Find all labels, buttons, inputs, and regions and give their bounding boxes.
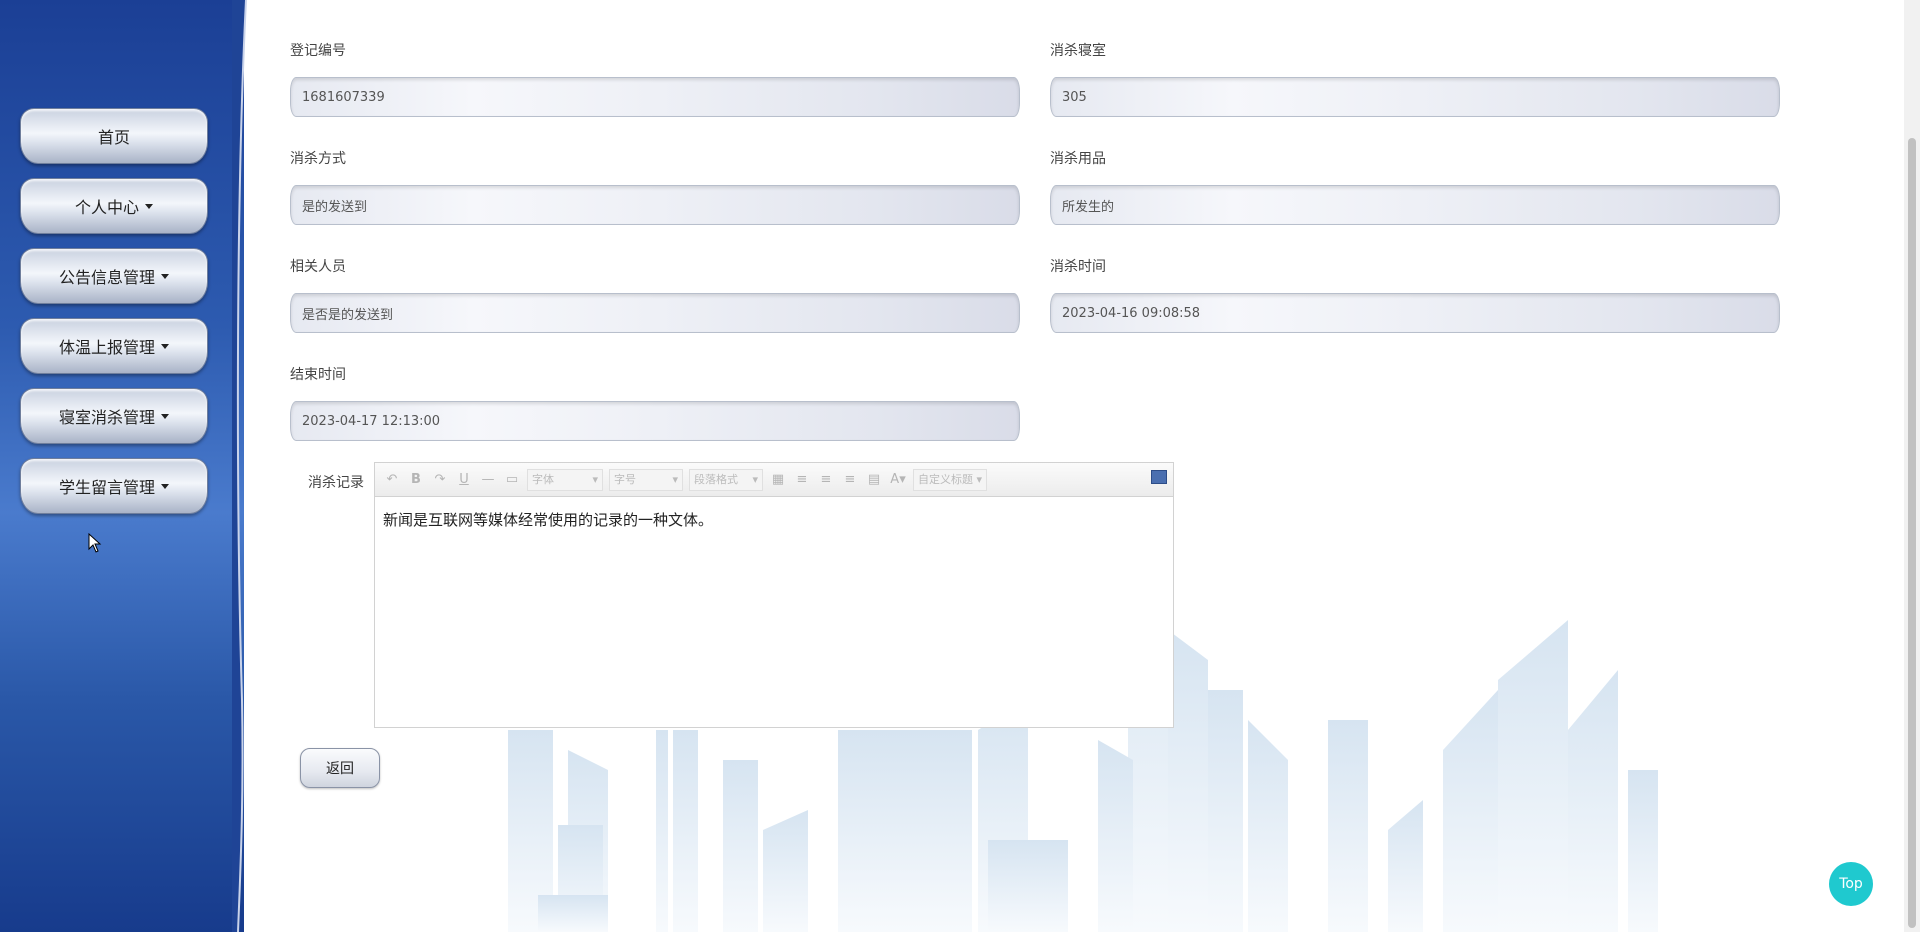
sidebar-item-personal-center[interactable]: 个人中心	[20, 178, 208, 234]
sidebar-item-label: 公告信息管理	[58, 268, 155, 287]
personnel-field[interactable]	[290, 293, 1020, 333]
caret-down-icon	[161, 483, 169, 489]
sidebar: 首页 个人中心 公告信息管理 体温上报管理 寝室消杀管理 学生留言管理	[0, 0, 244, 932]
clear-format-icon[interactable]: ▭	[503, 472, 521, 487]
registration-no-field[interactable]	[290, 77, 1020, 117]
table-icon[interactable]: ▦	[769, 472, 787, 487]
sidebar-item-disinfection[interactable]: 寝室消杀管理	[20, 388, 208, 444]
chevron-down-icon: ▾	[592, 472, 598, 486]
align-right-icon[interactable]: ≡	[817, 472, 835, 487]
align-justify-icon[interactable]: ▤	[865, 472, 883, 487]
chevron-down-icon: ▾	[672, 472, 678, 486]
font-color-label: A	[890, 472, 900, 487]
caret-down-icon	[161, 413, 169, 419]
redo-icon[interactable]: ↷	[431, 472, 449, 487]
editor-content[interactable]: 新闻是互联网等媒体经常使用的记录的一种文体。	[375, 497, 1173, 542]
end-time-field[interactable]	[290, 401, 1020, 441]
font-size-select[interactable]: 字号 ▾	[609, 468, 683, 491]
scrollbar-thumb[interactable]	[1908, 138, 1916, 928]
mouse-cursor-icon	[88, 533, 102, 553]
registration-no-label: 登记编号	[290, 43, 346, 59]
back-to-top-button[interactable]: Top	[1829, 862, 1873, 906]
scrollbar[interactable]	[1904, 0, 1920, 932]
caret-down-icon	[161, 273, 169, 279]
sidebar-item-messages[interactable]: 学生留言管理	[20, 458, 208, 514]
sidebar-item-label: 体温上报管理	[58, 338, 155, 357]
align-left-icon[interactable]: ≡	[793, 472, 811, 487]
undo-icon[interactable]: ↶	[383, 472, 401, 487]
caret-down-icon	[161, 343, 169, 349]
font-size-label: 字号	[614, 472, 636, 486]
editor-paragraph: 新闻是互联网等媒体经常使用的记录的一种文体。	[383, 511, 714, 529]
main-content: 登记编号 消杀寝室 消杀方式 消杀用品 相关人员 消杀时间 结束时间 消杀记录 …	[244, 0, 1904, 932]
paragraph-select[interactable]: 段落格式 ▾	[689, 468, 763, 491]
underline-icon[interactable]: U	[455, 472, 473, 487]
personnel-label: 相关人员	[290, 259, 346, 275]
bold-icon[interactable]: B	[407, 472, 425, 487]
end-time-label: 结束时间	[290, 367, 346, 383]
paragraph-label: 段落格式	[694, 472, 738, 486]
chevron-down-icon: ▾	[976, 472, 982, 486]
align-center-icon[interactable]: ≡	[841, 472, 859, 487]
sidebar-item-home[interactable]: 首页	[20, 108, 208, 164]
sidebar-item-temperature[interactable]: 体温上报管理	[20, 318, 208, 374]
chevron-down-icon: ▾	[752, 472, 758, 486]
sidebar-item-label: 首页	[97, 128, 130, 147]
back-button[interactable]: 返回	[300, 748, 380, 788]
editor-toolbar: ↶ B ↷ U — ▭ 字体 ▾ 字号 ▾ 段落格式 ▾ ▦ ≡ ≡ ≡ ▤ A▾ 自…	[375, 463, 1173, 497]
font-family-label: 字体	[532, 472, 554, 486]
dorm-field[interactable]	[1050, 77, 1780, 117]
rich-text-editor: ↶ B ↷ U — ▭ 字体 ▾ 字号 ▾ 段落格式 ▾ ▦ ≡ ≡ ≡ ▤ A▾ 自…	[374, 462, 1174, 728]
record-label: 消杀记录	[308, 475, 364, 491]
fullscreen-icon[interactable]	[1151, 470, 1167, 484]
method-field[interactable]	[290, 185, 1020, 225]
sidebar-item-announcements[interactable]: 公告信息管理	[20, 248, 208, 304]
sidebar-item-label: 寝室消杀管理	[58, 408, 155, 427]
disinfect-time-label: 消杀时间	[1050, 259, 1106, 275]
supplies-field[interactable]	[1050, 185, 1780, 225]
dorm-label: 消杀寝室	[1050, 43, 1106, 59]
custom-title-label: 自定义标题	[918, 472, 973, 486]
sidebar-item-label: 个人中心	[74, 198, 139, 217]
caret-down-icon	[145, 203, 153, 209]
custom-title-select[interactable]: 自定义标题 ▾	[913, 468, 987, 491]
horizontal-rule-icon[interactable]: —	[479, 472, 497, 487]
font-color-icon[interactable]: A▾	[889, 472, 907, 487]
font-family-select[interactable]: 字体 ▾	[527, 468, 603, 491]
disinfect-time-field[interactable]	[1050, 293, 1780, 333]
method-label: 消杀方式	[290, 151, 346, 167]
sidebar-nav: 首页 个人中心 公告信息管理 体温上报管理 寝室消杀管理 学生留言管理	[20, 108, 210, 528]
sidebar-item-label: 学生留言管理	[58, 478, 155, 497]
supplies-label: 消杀用品	[1050, 151, 1106, 167]
